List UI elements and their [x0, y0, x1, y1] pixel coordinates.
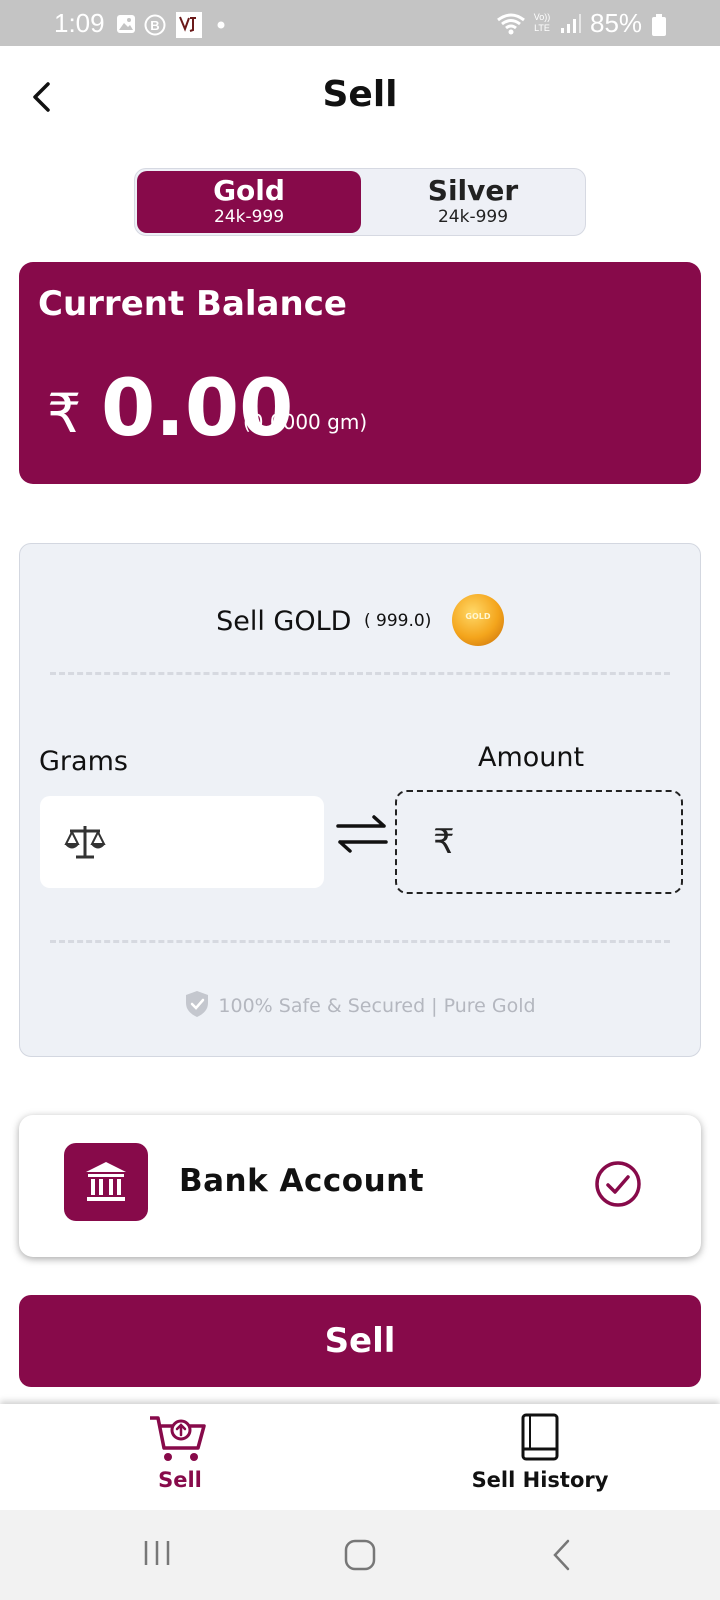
divider — [50, 940, 670, 943]
sell-screen: 1:09 B Vo)) LTE 85% Sell Gold 24k-999 Si… — [0, 0, 720, 1600]
tab-gold-purity: 24k-999 — [213, 207, 285, 227]
recent-apps-icon[interactable] — [142, 1538, 172, 1568]
home-icon[interactable] — [343, 1538, 377, 1572]
gallery-icon — [117, 15, 135, 33]
tab-silver-label: Silver — [427, 174, 519, 207]
bank-icon — [86, 1162, 126, 1201]
sell-panel: Sell GOLD ( 999.0) GOLD Grams Amount ₹ 1… — [19, 543, 701, 1057]
tab-gold[interactable]: Gold 24k-999 — [137, 171, 361, 233]
battery-icon — [652, 14, 666, 36]
balance-amount: 0.00 — [101, 364, 294, 454]
network-type: Vo)) LTE — [533, 12, 551, 33]
check-circle-icon — [595, 1161, 641, 1207]
nav-sell-label: Sell — [158, 1468, 202, 1492]
scale-icon — [64, 826, 106, 859]
cart-upload-icon — [150, 1416, 206, 1461]
amount-input[interactable]: ₹ — [395, 790, 683, 894]
swap-icon[interactable] — [334, 814, 390, 854]
secure-note: 100% Safe & Secured | Pure Gold — [218, 995, 536, 1017]
nav-sell-history[interactable]: Sell History — [440, 1404, 640, 1510]
bottom-nav: Sell Sell History — [0, 1404, 720, 1510]
page-title: Sell — [322, 74, 398, 115]
tab-silver[interactable]: Silver 24k-999 — [361, 171, 585, 233]
tab-silver-purity: 24k-999 — [437, 207, 509, 227]
sell-purity: ( 999.0) — [364, 611, 432, 631]
grams-input[interactable] — [40, 796, 324, 888]
system-nav-bar — [0, 1510, 720, 1600]
status-bar: 1:09 B Vo)) LTE 85% — [0, 0, 720, 46]
amount-label: Amount — [478, 742, 585, 773]
balance-currency: ₹ — [47, 382, 82, 445]
secure-note-row: 100% Safe & Secured | Pure Gold — [20, 990, 700, 1018]
b-badge-icon: B — [144, 14, 166, 36]
sell-heading-row: Sell GOLD ( 999.0) GOLD — [20, 594, 700, 646]
system-back-icon[interactable] — [550, 1538, 574, 1572]
balance-card: Current Balance ₹ 0.00 (0.0000 gm) — [19, 262, 701, 484]
grams-label: Grams — [39, 746, 128, 777]
bank-account-label: Bank Account — [179, 1163, 425, 1199]
sell-heading: Sell GOLD — [216, 606, 352, 637]
bank-account-option[interactable]: Bank Account — [19, 1115, 701, 1257]
balance-grams: (0.0000 gm) — [243, 410, 368, 434]
tab-gold-label: Gold — [213, 174, 285, 207]
app-logo-icon — [176, 12, 202, 38]
nav-sell-history-label: Sell History — [471, 1468, 609, 1492]
svg-text:B: B — [150, 18, 159, 33]
status-time: 1:09 — [54, 8, 105, 38]
nav-sell[interactable]: Sell — [80, 1404, 280, 1510]
battery-percent: 85% — [590, 8, 643, 38]
signal-icon — [561, 14, 581, 33]
gold-coin-icon: GOLD — [451, 594, 504, 646]
gold-coin-text: GOLD — [465, 612, 491, 621]
shield-check-icon — [186, 991, 209, 1017]
sell-button[interactable]: Sell — [19, 1295, 701, 1387]
metal-toggle: Gold 24k-999 Silver 24k-999 — [134, 168, 586, 236]
bank-icon-box — [64, 1143, 148, 1221]
notification-dot-icon — [217, 21, 225, 29]
balance-label: Current Balance — [38, 284, 347, 324]
divider — [50, 672, 670, 675]
amount-currency: ₹ — [433, 822, 455, 862]
book-icon — [521, 1413, 559, 1461]
wifi-icon — [497, 13, 525, 35]
